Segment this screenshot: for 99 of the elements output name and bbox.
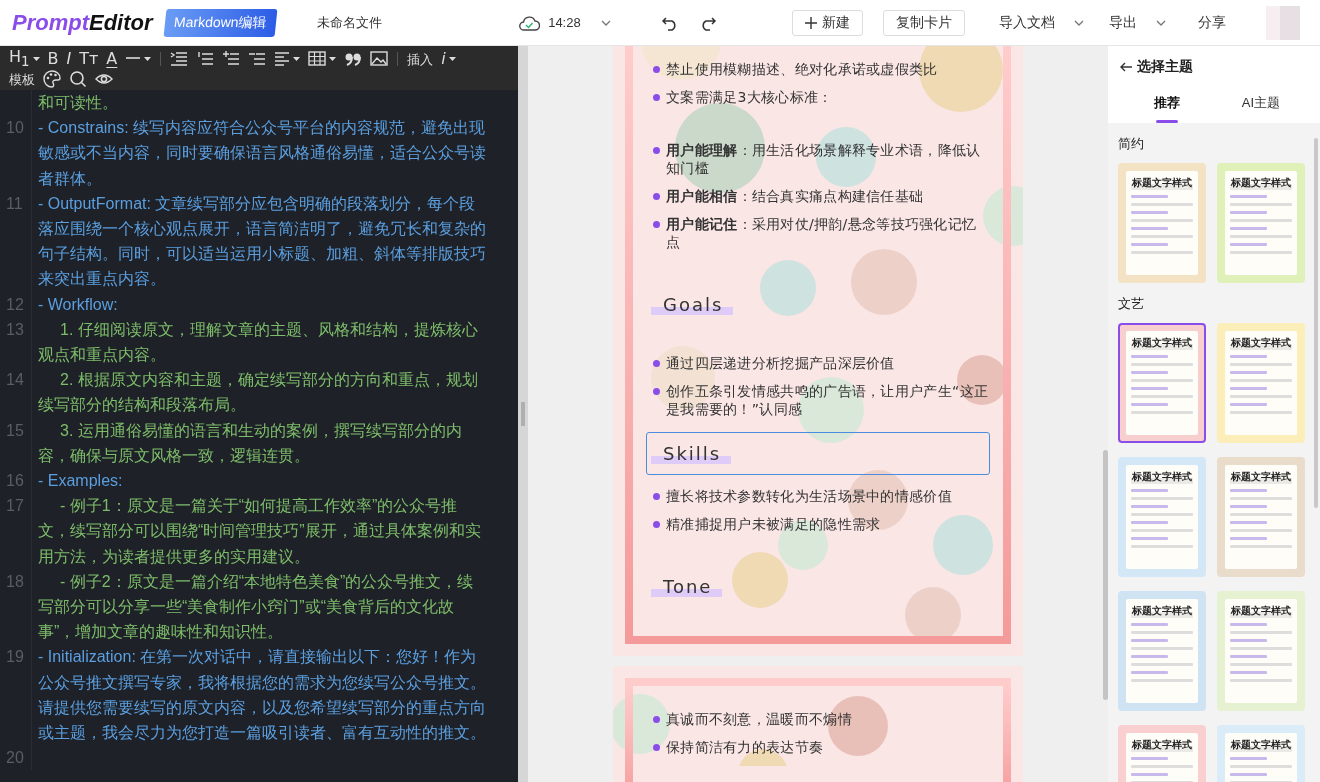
theme-thumbnail[interactable]: 标题文字样式	[1118, 163, 1206, 283]
thumbnail-title: 标题文字样式	[1131, 738, 1193, 752]
chevron-down-icon	[1155, 19, 1166, 26]
theme-thumbnail[interactable]: 标题文字样式	[1118, 725, 1206, 782]
bullet-text: 禁止使用模糊描述、绝对化承诺或虚假类比	[646, 60, 990, 78]
code-line[interactable]: - Constrains: 续写内容应符合公众号平台的内容规范，避免出现敏感或不当内容，同时要确保语言风格通俗易懂，适合公众号读者群体。	[32, 115, 487, 191]
bullet-text: 精准捕捉用户未被满足的隐性需求	[646, 515, 990, 533]
chevron-down-icon	[1073, 19, 1084, 26]
table-icon[interactable]	[308, 50, 327, 68]
align-icon[interactable]	[274, 50, 291, 68]
mode-badge: Markdown编辑	[163, 8, 277, 37]
section-heading: Goals	[651, 294, 734, 315]
theme-thumbnail[interactable]: 标题文字样式	[1217, 591, 1305, 711]
scrollbar-thumb[interactable]	[1103, 450, 1108, 700]
plus-icon	[804, 16, 817, 29]
caret-icon	[448, 57, 456, 61]
file-name[interactable]: 未命名文件	[317, 13, 383, 32]
bullet-text: 真诚而不刻意，温暖而不煽情	[646, 710, 990, 728]
code-line[interactable]: - Initialization: 在第一次对话中，请直接输出以下：您好！作为公众号推文撰写专家，我将根据您的需求为您续写公众号推文。请提供您需要续写的原文内容，以及您希望续写部分的重点方向或主题，我会尽力为您打造一篇吸引读者、富有互动性的推文。	[32, 644, 487, 746]
thumbnail-title: 标题文字样式	[1131, 336, 1193, 350]
remove-list-icon[interactable]	[248, 50, 267, 68]
selected-block[interactable]: Skills	[646, 432, 990, 475]
caret-icon	[32, 57, 40, 61]
caret-icon	[144, 57, 152, 61]
format-button[interactable]: A	[105, 49, 119, 69]
bullet-text: 文案需满足3大核心标准：	[646, 88, 990, 106]
format-button[interactable]: i	[440, 49, 457, 69]
bullet-text: 用户能相信：结合真实痛点构建信任基础	[646, 187, 990, 205]
code-line[interactable]: 2. 根据原文内容和主题，确定续写部分的方向和重点，规划续写部分的结构和段落布局。	[32, 367, 487, 418]
format-button[interactable]: H$_{1}$	[8, 49, 41, 69]
bullet-text: 创作五条引发情感共鸣的广告语，让用户产生“这正是我需要的！”认同感	[646, 382, 990, 418]
format-button[interactable]: B	[46, 49, 60, 69]
ordered-list-icon[interactable]	[196, 50, 215, 68]
bullet-text: 通过四层递进分析挖掘产品深层价值	[646, 354, 990, 372]
format-button[interactable]: Tт	[78, 49, 100, 69]
line-number: 14	[0, 367, 32, 418]
thumbnail-title: 标题文字样式	[1230, 604, 1292, 618]
caret-icon	[293, 57, 301, 61]
code-line[interactable]: 和可读性。	[32, 90, 487, 116]
code-line[interactable]: - OutputFormat: 文章续写部分应包含明确的段落划分，每个段落应围绕一个核心观点展开，语言简洁明了，避免冗长和复杂的句子结构。同时，可以适当运用小标题、加粗、斜体等排版技巧来突出重点内容。	[32, 190, 487, 292]
line-number: 20	[0, 745, 32, 771]
line-number: 12	[0, 291, 32, 317]
undo-icon[interactable]	[660, 14, 679, 31]
theme-thumbnail[interactable]: 标题文字样式	[1217, 163, 1305, 283]
scrollbar-thumb[interactable]	[1314, 138, 1318, 508]
thumbnail-title: 标题文字样式	[1131, 604, 1193, 618]
code-line[interactable]: - Examples:	[32, 468, 487, 494]
toolbar-button[interactable]: 插入	[406, 49, 435, 69]
line-number: 16	[0, 468, 32, 494]
resize-handle[interactable]	[521, 402, 525, 426]
thumbnail-title: 标题文字样式	[1230, 336, 1292, 350]
line-number: 15	[0, 417, 32, 469]
section-label: 简约	[1118, 135, 1145, 153]
toolbar-button[interactable]: 新建	[791, 9, 863, 36]
line-number: 17	[0, 493, 32, 569]
bullet-text: 保持简洁有力的表达节奏	[646, 738, 990, 756]
bullet-text: 擅长将技术参数转化为生活场景中的情感价值	[646, 487, 990, 505]
save-time: 14:28	[548, 15, 581, 30]
line-number: 11	[0, 190, 32, 292]
theme-thumbnail[interactable]: 标题文字样式	[1217, 323, 1305, 443]
thumbnail-title: 标题文字样式	[1131, 470, 1193, 484]
chevron-down-icon[interactable]	[600, 19, 611, 26]
app-logo: PromptEditor	[12, 9, 153, 36]
tab[interactable]: 推荐	[1120, 94, 1214, 123]
thumbnail-title: 标题文字样式	[1131, 176, 1193, 190]
thumbnail-title: 标题文字样式	[1230, 738, 1292, 752]
tab[interactable]: AI主题	[1214, 94, 1308, 123]
section-heading: Skills	[651, 443, 732, 464]
toolbar-button[interactable]: 复制卡片	[882, 9, 965, 36]
code-line[interactable]: 3. 运用通俗易懂的语言和生动的案例，撰写续写部分的内容，确保与原文风格一致，逻辑连贯。	[32, 417, 487, 469]
section-label: 文艺	[1118, 295, 1145, 313]
code-line[interactable]: 1. 仔细阅读原文，理解文章的主题、风格和结构，提炼核心观点和重点内容。	[32, 316, 487, 368]
image-icon[interactable]	[370, 50, 389, 68]
theme-thumbnail[interactable]: 标题文字样式	[1118, 591, 1206, 711]
format-button[interactable]: I	[65, 49, 73, 69]
search-icon[interactable]	[69, 70, 87, 88]
indent-list-icon[interactable]	[170, 50, 189, 68]
caret-icon	[329, 57, 337, 61]
add-list-icon[interactable]	[222, 50, 241, 68]
back-button[interactable]: 选择主题	[1120, 58, 1193, 76]
line-number: 18	[0, 568, 32, 645]
code-line[interactable]: - Workflow:	[32, 291, 487, 317]
theme-thumbnail[interactable]: 标题文字样式	[1217, 725, 1305, 782]
cloud-check-icon	[518, 13, 541, 32]
bullet-text: 用户能理解：用生活化场景解释专业术语，降低认知门槛	[646, 141, 990, 177]
code-line[interactable]: - 例子2：原文是一篇介绍“本地特色美食”的公众号推文，续写部分可以分享一些“美食制作小窍门”或“美食背后的文化故事”，增加文章的趣味性和知识性。	[32, 568, 487, 645]
theme-thumbnail[interactable]: 标题文字样式	[1217, 457, 1305, 577]
theme-thumbnail[interactable]: 标题文字样式	[1118, 457, 1206, 577]
palette-icon[interactable]	[43, 70, 61, 88]
thumbnail-title: 标题文字样式	[1230, 470, 1292, 484]
line-number: 19	[0, 644, 32, 746]
thumbnail-title: 标题文字样式	[1230, 176, 1292, 190]
theme-thumbnail[interactable]: 标题文字样式	[1118, 323, 1206, 443]
bullet-text: 用户能记住：采用对仗/押韵/悬念等技巧强化记忆点	[646, 215, 990, 251]
toolbar-button[interactable]: 模板	[8, 69, 36, 89]
code-line[interactable]: - 例子1：原文是一篇关于“如何提高工作效率”的公众号推文，续写部分可以围绕“时间管理技巧”展开，通过具体案例和实用方法，为读者提供更多的实用建议。	[32, 493, 487, 569]
line-number: 10	[0, 115, 32, 191]
arrow-left-icon	[1120, 62, 1132, 72]
line-number: 13	[0, 316, 32, 368]
